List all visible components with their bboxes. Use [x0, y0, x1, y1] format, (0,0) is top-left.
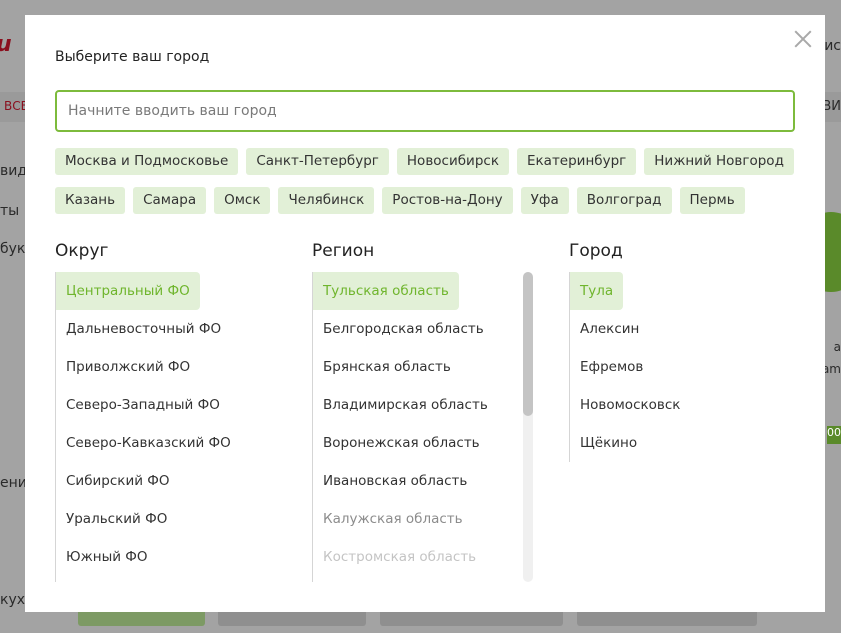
district-item[interactable]: Приволжский ФО — [56, 348, 275, 386]
bg-text-right-1: а — [833, 340, 841, 354]
city-chip[interactable]: Новосибирск — [396, 148, 509, 175]
city-chip[interactable]: Пермь — [679, 187, 745, 214]
city-chip[interactable]: Нижний Новгород — [644, 148, 794, 175]
district-item[interactable]: Северо-Кавказский ФО — [56, 424, 275, 462]
city-chip[interactable]: Волгоград — [576, 187, 672, 214]
city-chip[interactable]: Омск — [214, 187, 271, 214]
bg-text-4: ени — [0, 475, 27, 491]
district-heading: Округ — [55, 241, 109, 261]
region-item[interactable]: Брянская область — [313, 348, 517, 386]
region-item[interactable]: Воронежская область — [313, 424, 517, 462]
city-chip[interactable]: Санкт-Петербург — [246, 148, 389, 175]
popular-cities-row-2: Казань Самара Омск Челябинск Ростов-на-Д… — [55, 187, 815, 214]
city-item[interactable]: Щёкино — [570, 424, 769, 462]
city-chip[interactable]: Москва и Подмосковье — [55, 148, 239, 175]
bg-text-2: ты — [0, 203, 20, 219]
region-scrollbar-thumb[interactable] — [523, 272, 533, 416]
bg-text-3: бук — [0, 241, 26, 257]
header-right-fragment: ис — [824, 38, 841, 54]
city-heading: Город — [569, 241, 623, 261]
region-item[interactable]: Владимирская область — [313, 386, 517, 424]
city-search-input[interactable] — [55, 90, 795, 132]
district-item[interactable]: Северо-Западный ФО — [56, 386, 275, 424]
city-item[interactable]: Ефремов — [570, 348, 769, 386]
modal-title: Выберите ваш город — [55, 49, 210, 65]
district-list: Центральный ФО Дальневосточный ФО Привол… — [55, 272, 275, 582]
city-column: Город Тула Алексин Ефремов Новомосковск … — [569, 241, 680, 462]
region-list[interactable]: Тульская область Белгородская область Бр… — [312, 272, 517, 582]
district-column: Округ Центральный ФО Дальневосточный ФО … — [55, 241, 231, 582]
district-item[interactable]: Дальневосточный ФО — [56, 310, 275, 348]
region-scrollbar[interactable] — [523, 272, 533, 582]
region-column: Регион Тульская область Белгородская обл… — [312, 241, 488, 582]
bg-text-1: вид — [0, 163, 28, 179]
city-chip[interactable]: Екатеринбург — [516, 148, 637, 175]
city-item[interactable]: Алексин — [570, 310, 769, 348]
popular-cities-row-1: Москва и Подмосковье Санкт-Петербург Нов… — [55, 148, 815, 175]
region-item[interactable]: Белгородская область — [313, 310, 517, 348]
city-chip[interactable]: Самара — [133, 187, 207, 214]
bg-price-tag: 00 — [827, 426, 841, 444]
city-item[interactable]: Новомосковск — [570, 386, 769, 424]
close-icon[interactable] — [792, 28, 814, 50]
city-chip[interactable]: Уфа — [520, 187, 569, 214]
city-item-selected[interactable]: Тула — [570, 272, 624, 310]
city-chip[interactable]: Ростов-на-Дону — [382, 187, 513, 214]
district-item[interactable]: Уральский ФО — [56, 500, 275, 538]
district-item[interactable]: Южный ФО — [56, 538, 275, 576]
nav-right-fragment: ВИ — [822, 99, 841, 114]
district-item-selected[interactable]: Центральный ФО — [56, 272, 200, 310]
region-item[interactable]: Ивановская область — [313, 462, 517, 500]
city-list: Тула Алексин Ефремов Новомосковск Щёкино — [569, 272, 769, 462]
district-item[interactable]: Сибирский ФО — [56, 462, 275, 500]
region-item-selected[interactable]: Тульская область — [313, 272, 459, 310]
city-select-modal: Выберите ваш город Москва и Подмосковье … — [25, 15, 825, 612]
region-item[interactable]: Костромская область — [313, 538, 517, 576]
city-chip[interactable]: Челябинск — [278, 187, 375, 214]
city-chip[interactable]: Казань — [55, 187, 126, 214]
region-heading: Регион — [312, 241, 375, 261]
site-logo: u — [0, 32, 12, 57]
region-item[interactable]: Калужская область — [313, 500, 517, 538]
